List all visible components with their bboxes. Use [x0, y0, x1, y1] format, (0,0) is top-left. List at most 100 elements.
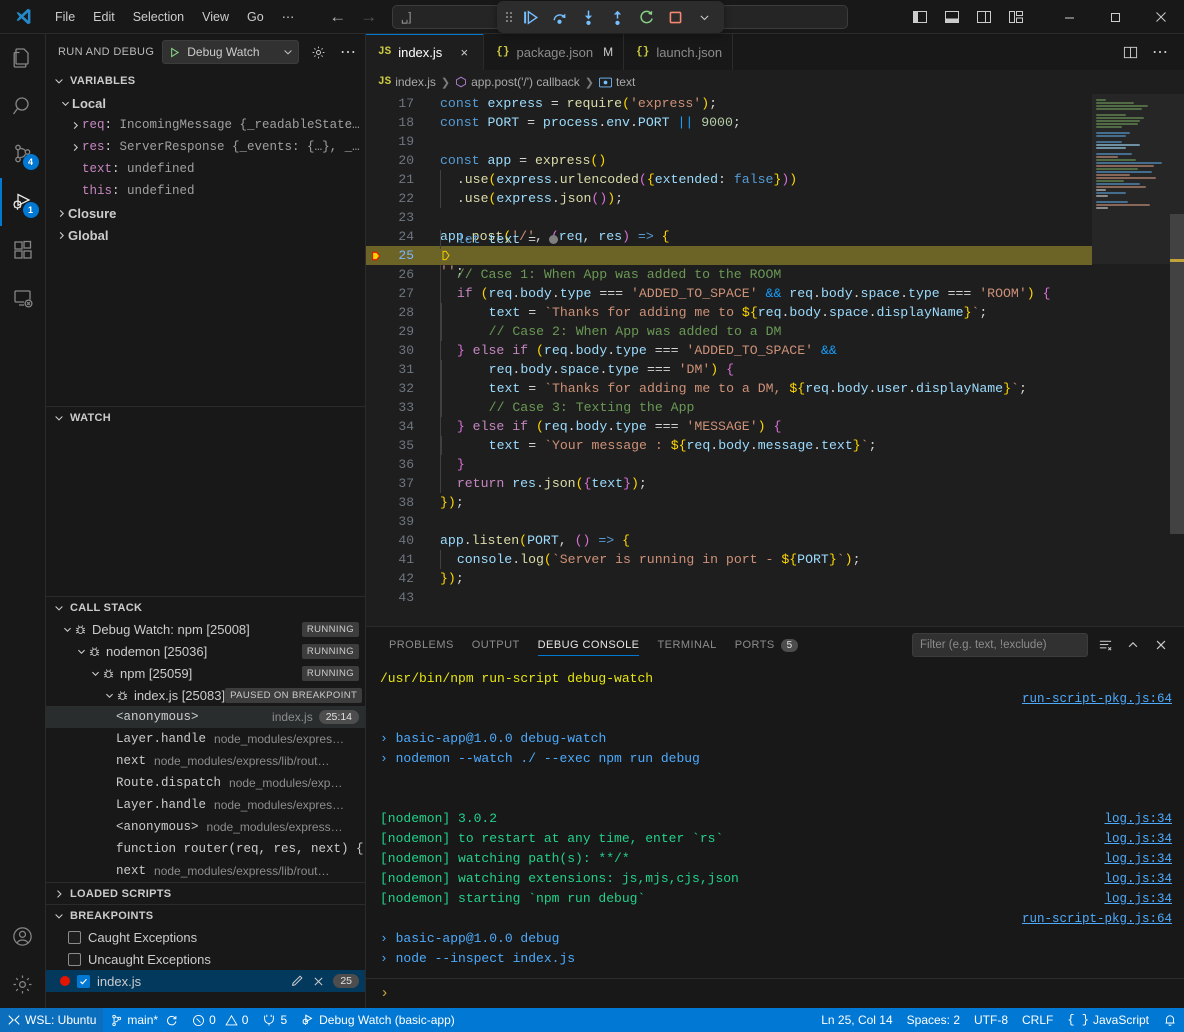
code-line-text[interactable]: } else if (req.body.type === 'MESSAGE') … [432, 417, 1092, 436]
breakpoint-uncaught-exceptions[interactable]: Uncaught Exceptions [46, 948, 365, 970]
code-line-text[interactable]: if (req.body.type === 'ADDED_TO_SPACE' &… [432, 284, 1092, 303]
console-source-link[interactable]: log.js:34 [1104, 889, 1172, 909]
console-source-link[interactable]: log.js:34 [1104, 849, 1172, 869]
code-line[interactable]: 20const app = express() [366, 151, 1092, 170]
debug-continue-button[interactable] [517, 5, 543, 29]
code-line[interactable]: 43 [366, 588, 1092, 607]
debug-more-button[interactable] [691, 5, 717, 29]
code-line-text[interactable]: console.log(`Server is running in port -… [432, 550, 1092, 569]
sidebar-more-icon[interactable]: ⋯ [337, 41, 359, 63]
code-line[interactable]: 31 req.body.space.type === 'DM') { [366, 360, 1092, 379]
code-line[interactable]: 41 console.log(`Server is running in por… [366, 550, 1092, 569]
close-panel-icon[interactable] [1150, 634, 1172, 656]
debug-console-output[interactable]: /usr/bin/npm run-script debug-watch run-… [366, 663, 1184, 978]
activity-extensions[interactable] [0, 226, 46, 274]
code-line[interactable]: 29 // Case 2: When App was added to a DM [366, 322, 1092, 341]
call-stack-session-row[interactable]: nodemon [25036] RUNNING [46, 640, 365, 662]
call-stack-frame-row[interactable]: next node_modules/express/lib/rout… [46, 860, 365, 882]
menu-edit[interactable]: Edit [84, 6, 124, 28]
clear-console-icon[interactable] [1094, 634, 1116, 656]
chevron-right-icon[interactable] [68, 120, 82, 131]
code-line-text[interactable] [432, 512, 1092, 531]
code-line-text[interactable]: return res.json({text}); [432, 474, 1092, 493]
split-editor-icon[interactable] [1116, 39, 1144, 65]
menu-go[interactable]: Go [238, 6, 273, 28]
variable-row[interactable]: req: IncomingMessage {_readableState: … [46, 114, 365, 136]
console-source-link[interactable]: run-script-pkg.js:64 [1022, 909, 1172, 929]
watch-header[interactable]: WATCH [46, 406, 365, 428]
call-stack-frame-row[interactable]: <anonymous> node_modules/express… [46, 816, 365, 838]
editor-more-icon[interactable]: ⋯ [1146, 39, 1174, 65]
notifications[interactable] [1156, 1008, 1184, 1032]
code-line-text[interactable]: .use(express.json()); [432, 189, 1092, 208]
loaded-scripts-header[interactable]: LOADED SCRIPTS [46, 882, 365, 904]
problems-indicator[interactable]: 0 0 [185, 1008, 255, 1032]
toggle-primary-sidebar-icon[interactable] [906, 4, 934, 30]
activity-settings-gear[interactable] [0, 960, 46, 1008]
watch-expressions-list[interactable] [46, 428, 365, 596]
code-line-text[interactable]: text = `Thanks for adding me to a DM, ${… [432, 379, 1092, 398]
code-line-text[interactable]: app.listen(PORT, () => { [432, 531, 1092, 550]
code-line[interactable]: 37 return res.json({text}); [366, 474, 1092, 493]
code-line-text[interactable]: const express = require('express'); [432, 94, 1092, 113]
chevron-up-icon[interactable] [1122, 634, 1144, 656]
go-forward-icon[interactable]: → [360, 8, 377, 25]
breadcrumb-symbol-variable[interactable]: text [599, 75, 635, 89]
language-mode[interactable]: { } JavaScript [1060, 1008, 1156, 1032]
code-line-text[interactable]: req.body.space.type === 'DM') { [432, 360, 1092, 379]
code-lines-area[interactable]: 17const express = require('express');18c… [366, 94, 1092, 626]
call-stack-header[interactable]: CALL STACK [46, 596, 365, 618]
code-line[interactable]: 34 } else if (req.body.type === 'MESSAGE… [366, 417, 1092, 436]
code-line[interactable]: 35 text = `Your message : ${req.body.mes… [366, 436, 1092, 455]
console-source-link[interactable]: run-script-pkg.js:64 [1022, 689, 1172, 709]
code-line[interactable]: 18const PORT = process.env.PORT || 9000; [366, 113, 1092, 132]
sync-icon[interactable] [165, 1014, 178, 1027]
tab-output[interactable]: OUTPUT [463, 627, 529, 663]
variable-row[interactable]: this: undefined [46, 180, 365, 202]
tab-index-js[interactable]: JS index.js × [366, 34, 484, 70]
breakpoints-header[interactable]: BREAKPOINTS [46, 904, 365, 926]
code-line[interactable]: 38}); [366, 493, 1092, 512]
code-line[interactable]: 25 let text = ''; [366, 246, 1092, 265]
menu-selection[interactable]: Selection [124, 6, 193, 28]
code-line-text[interactable] [432, 132, 1092, 151]
chevron-right-icon[interactable] [68, 142, 82, 153]
code-line[interactable]: 33 // Case 3: Texting the App [366, 398, 1092, 417]
close-window-button[interactable] [1138, 0, 1184, 34]
debug-restart-button[interactable] [633, 5, 659, 29]
tab-ports[interactable]: PORTS 5 [726, 627, 808, 663]
indentation[interactable]: Spaces: 2 [900, 1008, 967, 1032]
activity-source-control[interactable]: 4 [0, 130, 46, 178]
call-stack-frame-row[interactable]: Layer.handle node_modules/expres… [46, 728, 365, 750]
code-line-text[interactable]: } else if (req.body.type === 'ADDED_TO_S… [432, 341, 1092, 360]
code-line[interactable]: 26 // Case 1: When App was added to the … [366, 265, 1092, 284]
code-line[interactable]: 17const express = require('express'); [366, 94, 1092, 113]
scope-global[interactable]: Global [46, 224, 365, 246]
call-stack-frame-row[interactable]: Route.dispatch node_modules/exp… [46, 772, 365, 794]
debug-stop-button[interactable] [662, 5, 688, 29]
tab-terminal[interactable]: TERMINAL [648, 627, 725, 663]
code-line[interactable]: 32 text = `Thanks for adding me to a DM,… [366, 379, 1092, 398]
debug-console-repl-input[interactable]: › [366, 978, 1184, 1008]
code-line-text[interactable] [432, 208, 1092, 227]
tab-problems[interactable]: PROBLEMS [380, 627, 463, 663]
go-back-icon[interactable]: ← [329, 8, 346, 25]
call-stack-session-row[interactable]: index.js [25083] PAUSED ON BREAKPOINT [46, 684, 365, 706]
code-editor[interactable]: 17const express = require('express');18c… [366, 94, 1184, 626]
code-line[interactable]: 23 [366, 208, 1092, 227]
console-filter-input[interactable]: Filter (e.g. text, !exclude) [912, 633, 1088, 657]
code-line[interactable]: 36 } [366, 455, 1092, 474]
code-line-text[interactable] [432, 588, 1092, 607]
call-stack-frame-row[interactable]: next node_modules/express/lib/rout… [46, 750, 365, 772]
code-line-text[interactable]: } [432, 455, 1092, 474]
breadcrumb-symbol-function[interactable]: app.post('/') callback [455, 75, 580, 89]
variables-header[interactable]: VARIABLES [46, 70, 365, 92]
code-line[interactable]: 21 .use(express.urlencoded({extended: fa… [366, 170, 1092, 189]
maximize-window-button[interactable] [1092, 0, 1138, 34]
close-icon[interactable] [312, 975, 325, 988]
editor-vertical-scrollbar[interactable] [1170, 94, 1184, 626]
toggle-secondary-sidebar-icon[interactable] [970, 4, 998, 30]
activity-run-and-debug[interactable]: 1 [0, 178, 46, 226]
code-line-text[interactable]: // Case 2: When App was added to a DM [432, 322, 1092, 341]
checkbox[interactable] [77, 975, 90, 988]
